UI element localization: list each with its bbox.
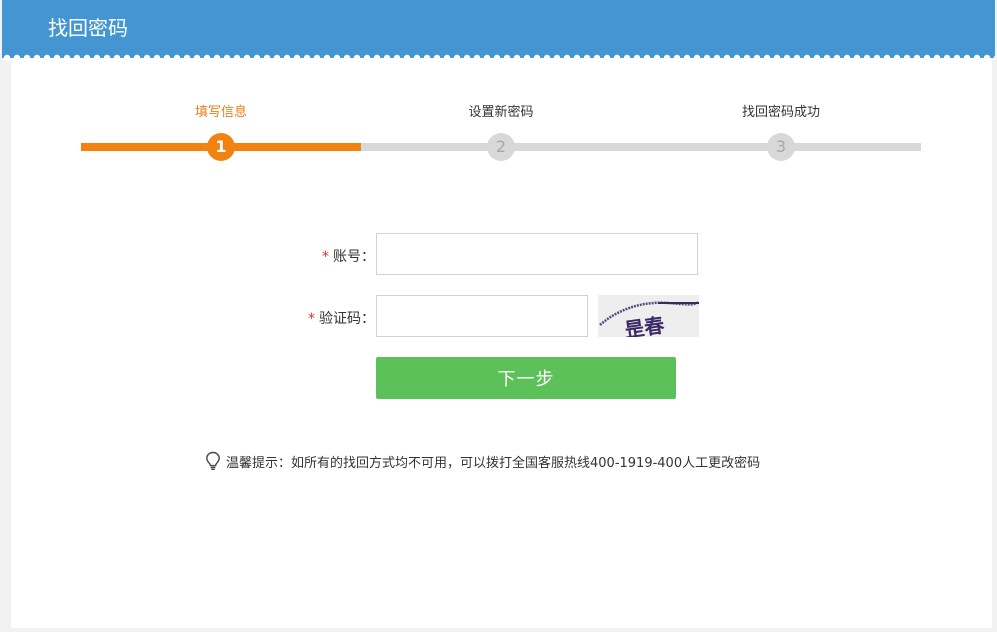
- account-input[interactable]: [376, 233, 698, 275]
- next-step-button[interactable]: 下一步: [376, 357, 676, 399]
- captcha-input[interactable]: [376, 295, 588, 337]
- lightbulb-icon: [206, 451, 220, 470]
- captcha-label-text: 验证码：: [319, 311, 375, 327]
- tip-notice: 温馨提示：如所有的找回方式均不可用，可以拨打全国客服热线400-1919-400…: [205, 451, 760, 471]
- page-header: 找回密码: [2, 0, 995, 63]
- step-label-set-password: 设置新密码: [468, 105, 534, 120]
- captcha-label: * 验证码：: [308, 308, 375, 328]
- required-mark: *: [322, 249, 329, 265]
- page-title: 找回密码: [48, 16, 128, 40]
- captcha-graphic: 昰春: [599, 300, 699, 337]
- required-mark: *: [308, 311, 315, 327]
- captcha-image[interactable]: 昰春: [598, 295, 699, 337]
- captcha-text: 昰春: [623, 313, 667, 337]
- step-3-circle: 3: [767, 133, 795, 161]
- account-label: * 账号：: [322, 246, 375, 266]
- step-label-success: 找回密码成功: [741, 105, 821, 120]
- step-2-circle: 2: [487, 133, 515, 161]
- account-label-text: 账号：: [333, 249, 375, 265]
- step-label-fill-info: 填写信息: [194, 105, 248, 120]
- tip-text: 温馨提示：如所有的找回方式均不可用，可以拨打全国客服热线400-1919-400…: [226, 455, 761, 471]
- step-1-circle: 1: [207, 133, 235, 161]
